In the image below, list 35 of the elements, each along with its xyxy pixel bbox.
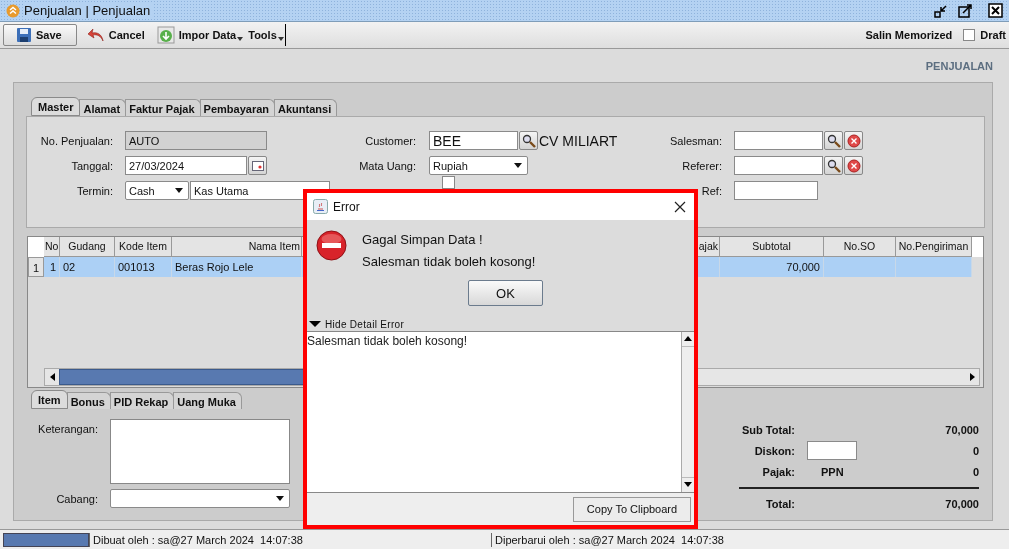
checkbox-label: Draft [980, 29, 1006, 41]
table-cell: Beras Rojo Lele [172, 257, 302, 277]
field-label: Ref: [700, 184, 723, 197]
customer-name: CV MILIART [539, 132, 618, 149]
table-cell: 001013 [115, 257, 172, 277]
field-label: Tanggal: [70, 159, 114, 172]
dialog-title: Error [333, 199, 360, 214]
field-label: Termin: [75, 184, 114, 197]
updated-by-text: Diperbarui oleh : sa@27 March 2024 14:07:38 [491, 532, 724, 547]
field-label: Keterangan: [37, 422, 98, 437]
field-label: Mata Uang: [358, 159, 417, 172]
field-label: Cabang: [55, 492, 98, 505]
total-value: 70,000 [944, 423, 979, 436]
field-label: No. Penjualan: [39, 134, 114, 147]
total-value: 70,000 [944, 497, 979, 510]
page-heading: PENJUALAN [925, 59, 993, 72]
total-label: Diskon: [753, 444, 795, 457]
table-cell: 02 [60, 257, 115, 277]
total-value: 0 [971, 444, 979, 457]
field-label: Referer: [681, 159, 723, 172]
detail-text: Salesman tidak boleh kosong! [307, 334, 468, 348]
tax-name: PPN [821, 465, 844, 478]
table-cell: 1 [44, 257, 60, 277]
table-cell: 70,000 [720, 257, 824, 277]
total-label: Pajak: [761, 465, 795, 478]
error-message: Salesman tidak boleh kosong! [362, 254, 536, 269]
field-label: Salesman: [669, 134, 723, 147]
field-label: Customer: [364, 134, 417, 147]
window-title: Penjualan | Penjualan [24, 3, 155, 18]
total-label: Sub Total: [741, 423, 795, 436]
error-message: Gagal Simpan Data ! [362, 232, 484, 247]
created-by-text: Dibuat oleh : sa@27 March 2024 14:07:38 [89, 532, 491, 547]
row-header: 1 [28, 257, 44, 277]
total-label: Total: [764, 497, 795, 510]
total-value: 0 [971, 465, 979, 478]
